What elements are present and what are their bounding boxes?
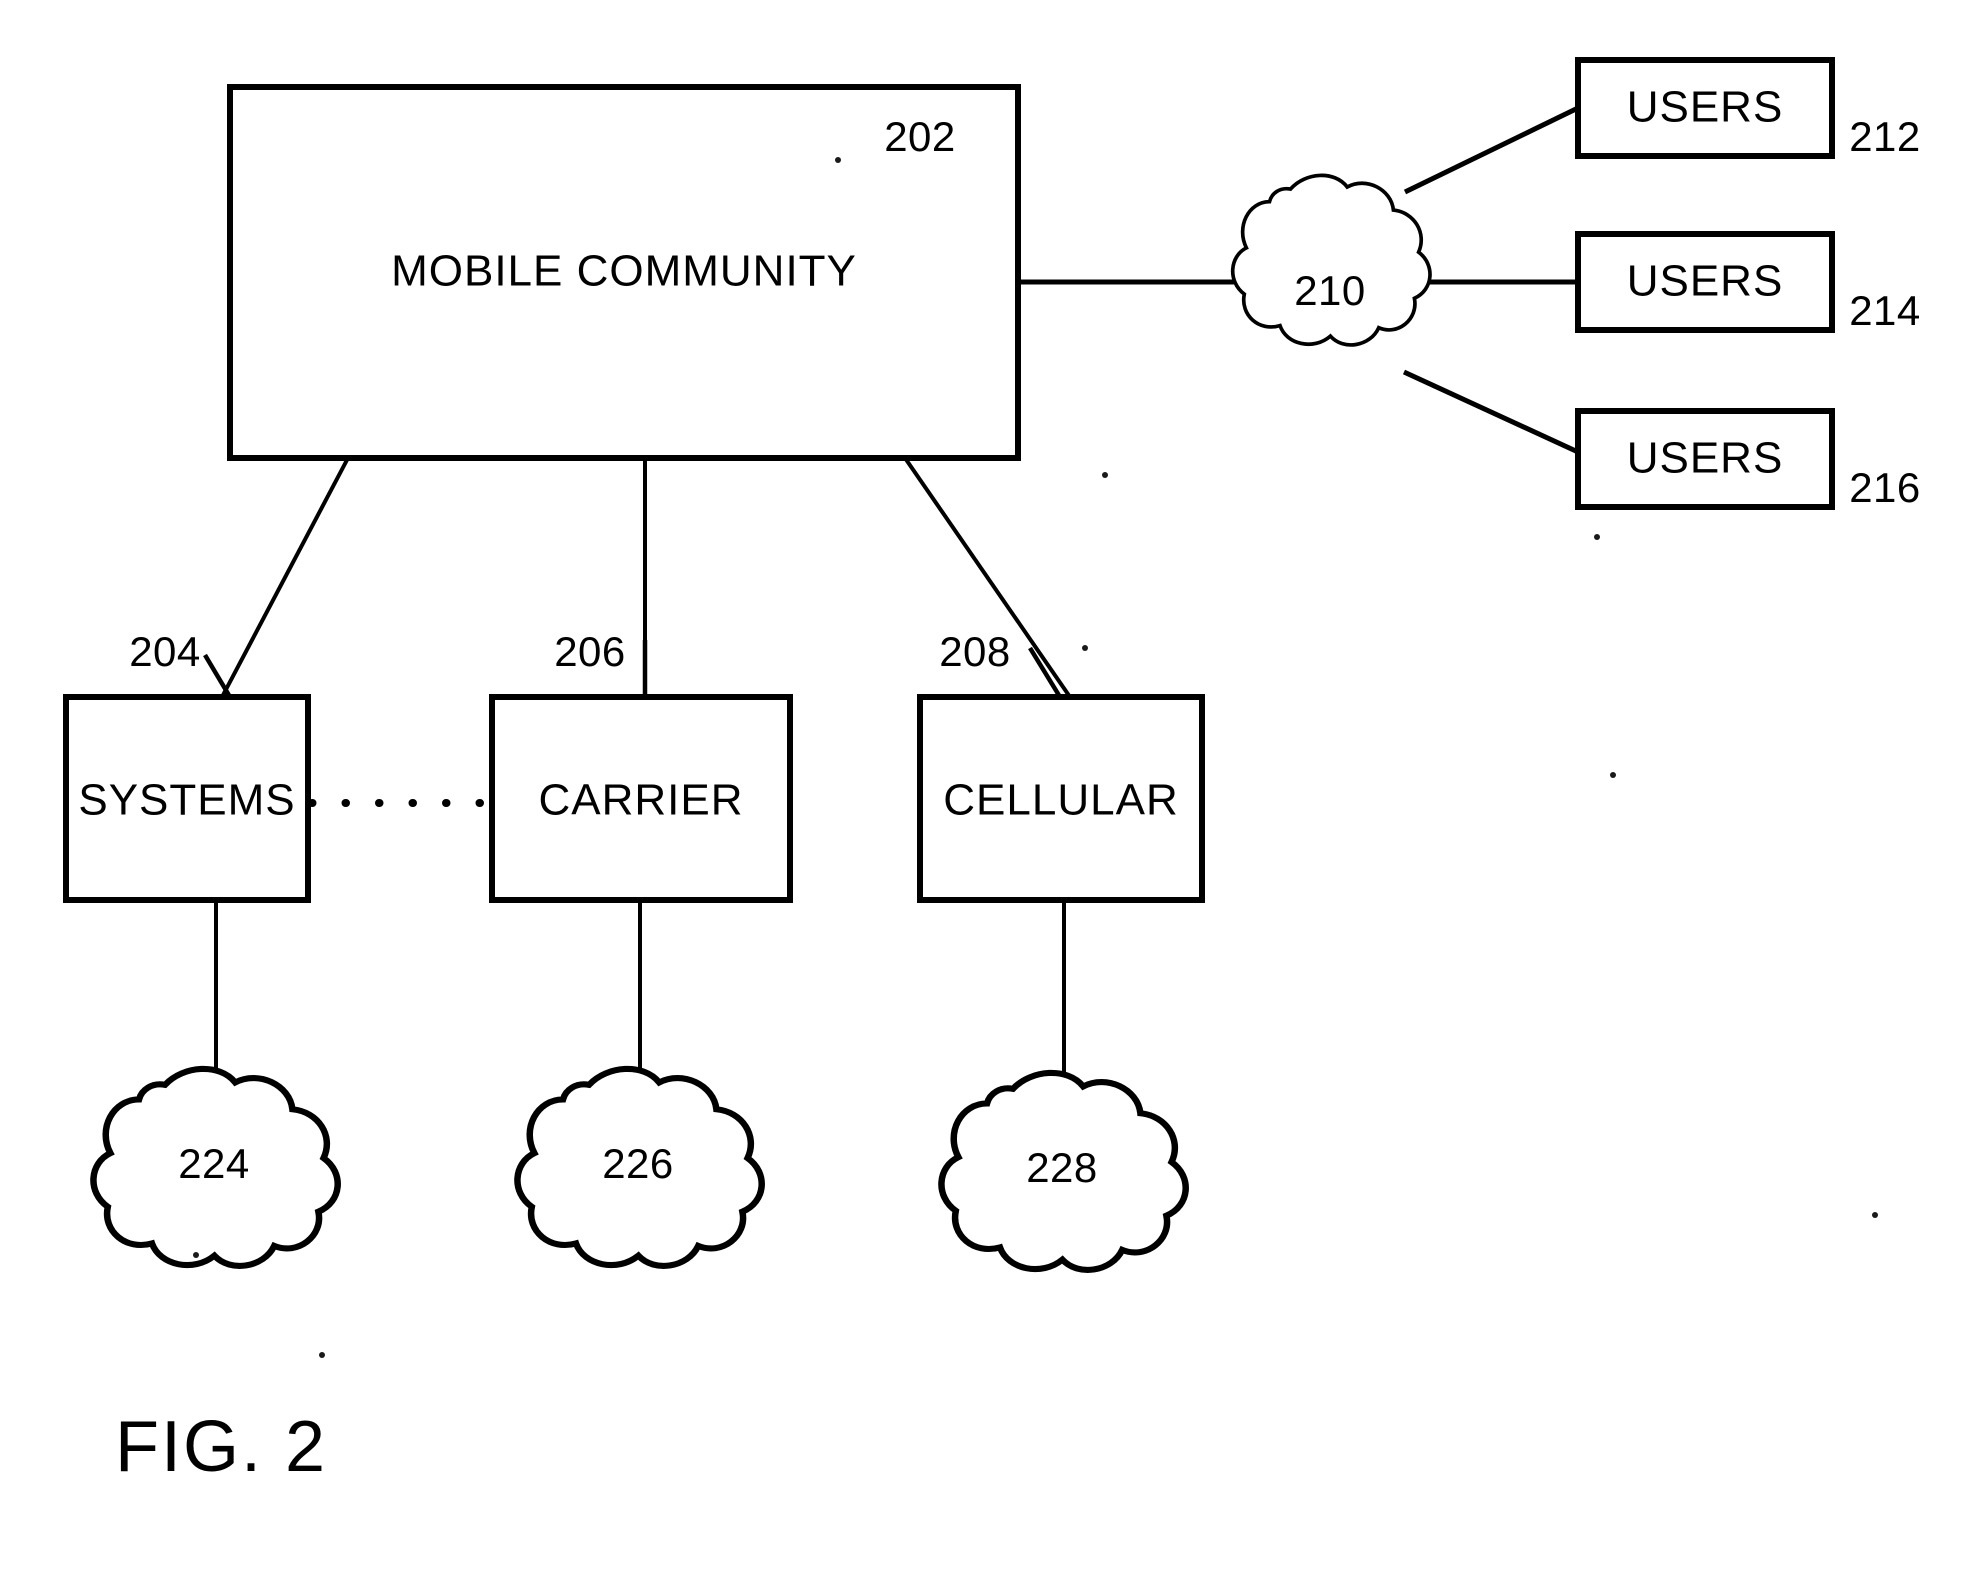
connector-cloud-to-users-216	[1402, 369, 1580, 455]
ref-206: 206	[554, 628, 626, 675]
mobile-community-label: MOBILE COMMUNITY	[391, 247, 857, 296]
ref-226: 226	[602, 1140, 674, 1187]
systems-label: SYSTEMS	[78, 776, 295, 825]
scan-speck	[835, 157, 841, 163]
scan-speck	[193, 1252, 199, 1258]
node-users-216[interactable]: USERS 216	[1575, 408, 1921, 511]
carrier-label: CARRIER	[538, 776, 743, 825]
figure-canvas: MOBILE COMMUNITY 202 210 USERS 212 USERS…	[63, 57, 1921, 1487]
users-216-label: USERS	[1627, 434, 1784, 483]
ref-202: 202	[884, 113, 956, 160]
node-users-212[interactable]: USERS 212	[1575, 57, 1921, 160]
node-systems[interactable]: SYSTEMS 204	[63, 628, 311, 903]
ref-228: 228	[1026, 1144, 1098, 1191]
scan-speck	[1872, 1212, 1878, 1218]
scan-speck	[1594, 534, 1600, 540]
ref-210: 210	[1294, 267, 1366, 314]
users-214-label: USERS	[1627, 257, 1784, 306]
node-network-cloud[interactable]	[1230, 173, 1432, 347]
node-users-214[interactable]: USERS 214	[1575, 231, 1921, 334]
ref-224: 224	[178, 1140, 250, 1187]
patent-figure-2: MOBILE COMMUNITY 202 210 USERS 212 USERS…	[0, 0, 1980, 1584]
ref-212: 212	[1849, 113, 1921, 160]
node-mobile-community[interactable]: MOBILE COMMUNITY 202	[227, 84, 1021, 461]
scan-speck	[1610, 772, 1616, 778]
ref-216: 216	[1849, 464, 1921, 511]
ref-204: 204	[129, 628, 201, 675]
scan-speck	[1082, 645, 1088, 651]
scan-speck	[319, 1352, 325, 1358]
scan-speck	[1102, 472, 1108, 478]
node-carrier[interactable]: CARRIER 206	[489, 628, 793, 903]
connector-community-to-systems	[220, 457, 350, 698]
users-212-label: USERS	[1627, 83, 1784, 132]
figure-caption: FIG. 2	[115, 1407, 327, 1487]
network-cloud-210-shape[interactable]	[1230, 173, 1432, 347]
ref-214: 214	[1849, 287, 1921, 334]
connector-cloud-to-users-212	[1403, 105, 1580, 195]
cellular-label: CELLULAR	[943, 776, 1178, 825]
node-cellular[interactable]: CELLULAR 208	[917, 628, 1205, 903]
leader-204	[203, 653, 232, 699]
ref-208: 208	[939, 628, 1011, 675]
